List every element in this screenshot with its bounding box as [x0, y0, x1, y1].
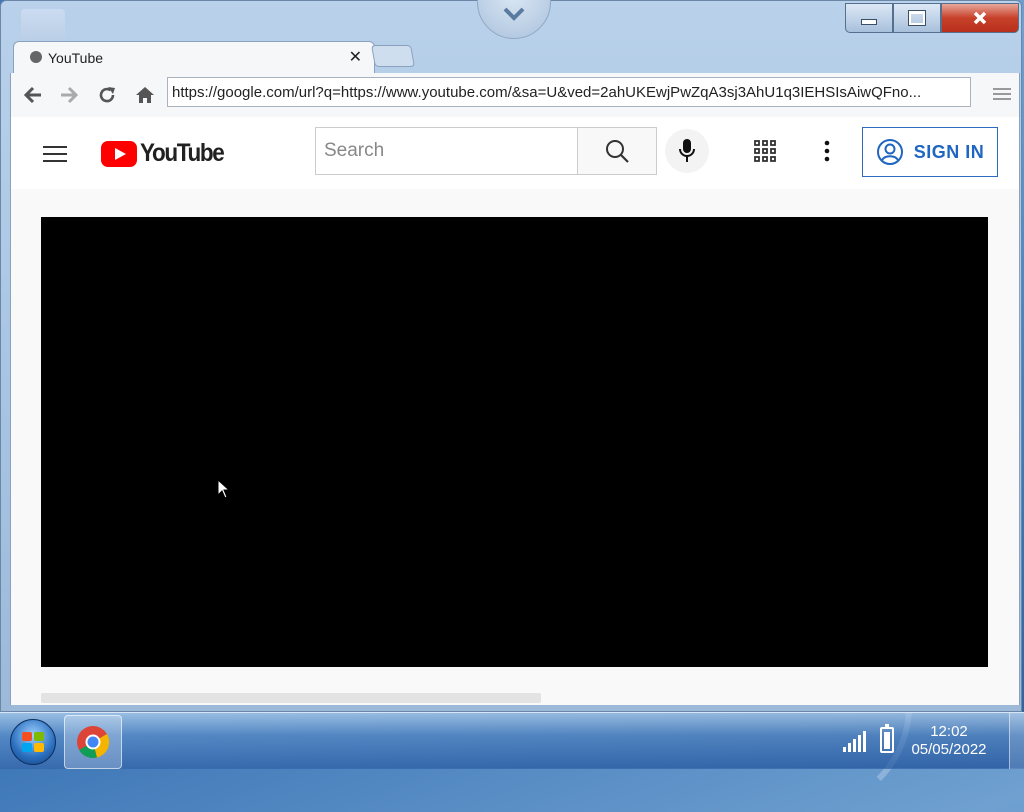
- show-desktop-button[interactable]: [1009, 713, 1024, 769]
- browser-menu-button[interactable]: [993, 85, 1011, 103]
- account-circle-icon: [876, 139, 903, 165]
- voice-search-button[interactable]: [665, 129, 709, 173]
- youtube-header: YouTube Search SIGN IN: [11, 117, 1019, 189]
- maximize-icon: [908, 10, 926, 26]
- browser-toolbar: [10, 73, 1020, 117]
- search-icon: [606, 140, 629, 163]
- close-window-button[interactable]: [941, 3, 1019, 33]
- chevron-down-icon: [503, 7, 525, 21]
- window-controls: [845, 3, 1019, 33]
- taskbar-chrome-button[interactable]: [64, 715, 122, 769]
- globe-icon: [30, 51, 42, 63]
- taskbar: 12:02 05/05/2022: [0, 712, 1024, 769]
- back-icon: [23, 86, 41, 104]
- maximize-button[interactable]: [893, 3, 941, 33]
- reload-icon: [99, 87, 115, 103]
- system-clock[interactable]: 12:02 05/05/2022: [906, 723, 992, 759]
- new-tab-button[interactable]: [371, 45, 415, 67]
- chrome-icon: [77, 726, 110, 759]
- reload-button[interactable]: [95, 83, 119, 107]
- tablet-input-arrow[interactable]: [477, 0, 551, 39]
- battery-icon[interactable]: [880, 724, 894, 753]
- home-button[interactable]: [133, 83, 157, 107]
- search-box[interactable]: [315, 127, 577, 175]
- minimize-button[interactable]: [845, 3, 893, 33]
- sign-in-label: SIGN IN: [913, 141, 985, 162]
- address-bar[interactable]: [167, 77, 971, 107]
- forward-icon: [61, 86, 79, 104]
- apps-button[interactable]: [753, 139, 777, 163]
- web-page: YouTube Search SIGN IN: [10, 117, 1020, 705]
- search-input[interactable]: [316, 128, 577, 174]
- search-button[interactable]: [577, 127, 657, 175]
- clock-time: 12:02: [930, 723, 968, 740]
- network-signal-icon[interactable]: [842, 731, 868, 753]
- tab-title: YouTube: [48, 50, 104, 66]
- settings-more-button[interactable]: [817, 139, 837, 163]
- close-icon: [973, 11, 987, 25]
- tab-close-button[interactable]: ✕: [349, 47, 362, 67]
- more-vert-icon: [824, 140, 830, 162]
- horizontal-scrollbar[interactable]: [41, 693, 541, 703]
- url-input[interactable]: [168, 78, 970, 106]
- back-button[interactable]: [21, 83, 45, 107]
- recycle-bin-icon: [21, 9, 65, 43]
- microphone-icon: [679, 139, 695, 162]
- browser-window: YouTube ✕ https://google.com/url?q=https…: [0, 0, 1022, 712]
- apps-grid-icon: [754, 140, 776, 162]
- youtube-play-icon: [101, 140, 137, 167]
- youtube-logo[interactable]: YouTube: [101, 139, 233, 168]
- start-button[interactable]: [10, 719, 56, 765]
- home-icon: [136, 87, 154, 103]
- minimize-icon: [861, 19, 877, 25]
- windows-logo-icon: [22, 732, 44, 752]
- sign-in-button[interactable]: SIGN IN: [862, 127, 998, 177]
- guide-menu-button[interactable]: [43, 141, 67, 167]
- clock-date: 05/05/2022: [911, 741, 987, 758]
- tab-youtube[interactable]: YouTube ✕: [13, 41, 375, 74]
- forward-button[interactable]: [57, 83, 81, 107]
- logo-text: YouTube: [140, 139, 225, 167]
- video-player[interactable]: [41, 217, 988, 667]
- mouse-cursor-icon: [217, 479, 231, 499]
